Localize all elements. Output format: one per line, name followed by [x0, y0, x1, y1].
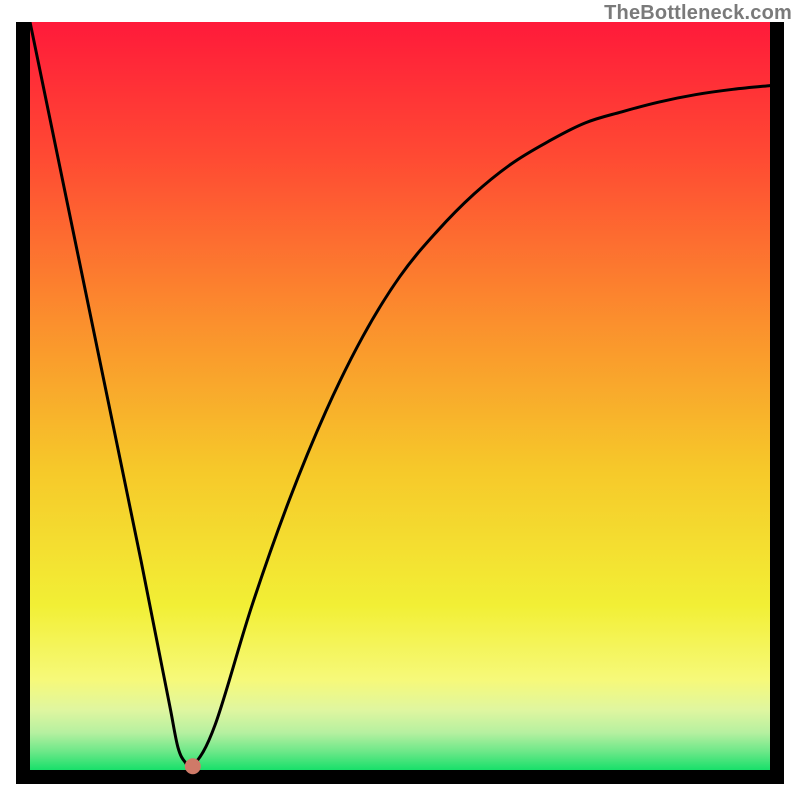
plot-gradient-bg — [30, 22, 770, 770]
bottleneck-chart — [16, 22, 784, 784]
chart-container: TheBottleneck.com — [0, 0, 800, 800]
optimal-point-marker — [185, 758, 201, 774]
attribution-text: TheBottleneck.com — [604, 2, 792, 25]
